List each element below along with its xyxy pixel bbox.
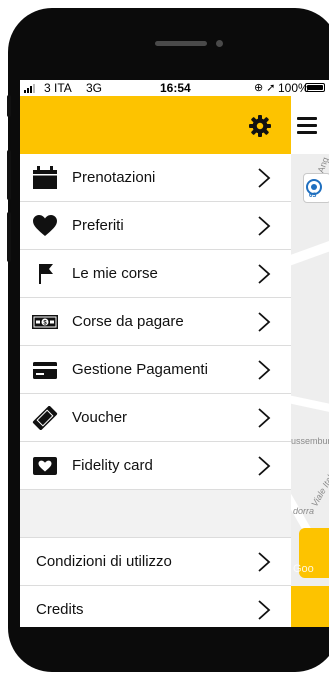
map-label: Viale Ital [309,473,329,509]
phone-screen: 3 ITA 3G 16:54 ⊕ ➚ 100% Prenotazioni Pre… [20,80,329,627]
chevron-right-icon [258,168,271,188]
map-road [291,393,329,417]
menu-item-label: Condizioni di utilizzo [36,553,172,570]
chevron-right-icon [258,456,271,476]
chevron-right-icon [258,552,271,572]
volume-down-button [7,212,11,262]
chevron-right-icon [258,408,271,428]
menu-item-label: Prenotazioni [72,169,156,186]
calendar-icon [33,166,57,189]
hamburger-menu-icon[interactable] [297,117,317,134]
cash-icon: $ [32,315,58,329]
flag-icon [39,264,53,284]
menu-item-label: Voucher [72,409,128,426]
menu-item-corse-da-pagare[interactable]: $ Corse da pagare [20,298,291,346]
menu-item-le-mie-corse[interactable]: Le mie corse [20,250,291,298]
menu-item-gestione-pagamenti[interactable]: Gestione Pagamenti [20,346,291,394]
chevron-right-icon [258,360,271,380]
clock: 16:54 [160,81,191,95]
map-view[interactable]: Ang 6S ussembur dorra Viale Ital Goo [291,96,329,627]
map-label: ussembur [291,436,329,446]
menu-item-label: Preferiti [72,217,124,234]
heart-icon [33,215,57,236]
menu-item-label: Gestione Pagamenti [72,361,208,378]
map-label: 6S [309,193,317,199]
locate-button[interactable]: 6S [303,173,329,203]
front-camera [216,40,223,47]
menu-item-label: Fidelity card [72,457,153,474]
mute-switch [7,95,11,117]
chevron-right-icon [258,216,271,236]
battery-icon [305,83,325,92]
google-logo: Goo [293,563,314,575]
menu-item-label: Le mie corse [72,265,158,282]
chevron-right-icon [258,264,271,284]
speaker-grille [155,41,207,46]
map-label: dorra [293,506,315,516]
map-toolbar [291,96,329,154]
map-road [291,234,329,268]
menu-item-label: Corse da pagare [72,313,184,330]
menu-item-voucher[interactable]: Voucher [20,394,291,442]
target-icon [306,179,322,195]
map-label: Ang [315,155,329,175]
signal-icon [24,84,35,93]
menu-item-label: Credits [36,601,84,618]
location-lock-icon: ⊕ ➚ [254,82,276,94]
section-spacer [20,490,291,538]
ticket-icon [32,406,58,430]
status-bar: 3 ITA 3G 16:54 ⊕ ➚ 100% [20,80,329,96]
menu-item-credits[interactable]: Credits [20,586,291,627]
chevron-right-icon [258,312,271,332]
heart-card-icon [33,457,57,475]
credit-card-icon [33,362,57,379]
bottom-action-bar[interactable] [291,586,329,627]
volume-up-button [7,150,11,200]
gear-icon[interactable] [248,114,272,138]
side-drawer: Prenotazioni Preferiti Le mie corse $ Co… [20,96,291,627]
menu-item-prenotazioni[interactable]: Prenotazioni [20,154,291,202]
menu-item-preferiti[interactable]: Preferiti [20,202,291,250]
carrier-name: 3 ITA [44,81,72,95]
chevron-right-icon [258,600,271,620]
drawer-header [20,96,291,154]
network-type: 3G [86,81,103,95]
menu-item-condizioni-di-utilizzo[interactable]: Condizioni di utilizzo [20,538,291,586]
menu-item-fidelity-card[interactable]: Fidelity card [20,442,291,490]
